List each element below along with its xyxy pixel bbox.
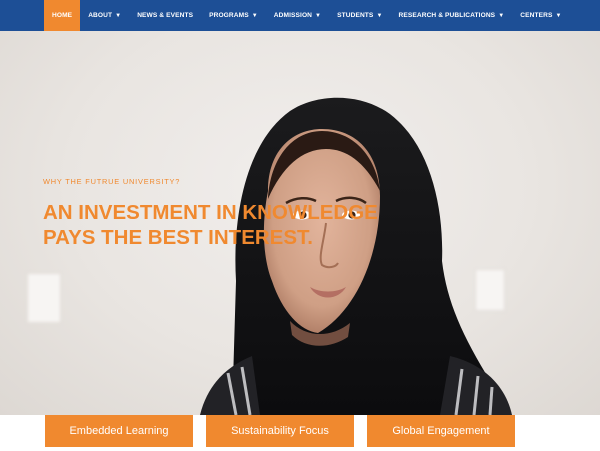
nav-item-students[interactable]: STUDENTS ▼ — [329, 0, 390, 31]
hero-headline: AN INVESTMENT IN KNOWLEDGE PAYS THE BEST… — [43, 200, 378, 250]
main-navbar: HOME ABOUT ▼ NEWS & EVENTS PROGRAMS ▼ ADMI… — [0, 0, 600, 31]
caret-down-icon: ▼ — [315, 12, 322, 19]
nav-label-students: STUDENTS — [337, 12, 374, 19]
nav-label-news-events: NEWS & EVENTS — [137, 12, 194, 19]
hero-kicker: WHY THE FUTRUE UNIVERSITY? — [43, 177, 181, 186]
embedded-learning-button[interactable]: Embedded Learning — [45, 415, 193, 447]
nav-item-about[interactable]: ABOUT ▼ — [80, 0, 129, 31]
nav-item-news-events[interactable]: NEWS & EVENTS — [129, 0, 201, 31]
nav-item-centers[interactable]: CENTERS ▼ — [512, 0, 569, 31]
feature-buttons: Embedded Learning Sustainability Focus G… — [45, 415, 528, 447]
caret-down-icon: ▼ — [115, 12, 122, 19]
nav-item-admission[interactable]: ADMISSION ▼ — [266, 0, 329, 31]
nav-label-centers: CENTERS — [520, 12, 553, 19]
global-engagement-button[interactable]: Global Engagement — [367, 415, 515, 447]
hero-headline-line-1: AN INVESTMENT IN KNOWLEDGE — [43, 201, 378, 224]
nav-item-home[interactable]: HOME — [44, 0, 81, 31]
nav-label-programs: PROGRAMS — [209, 12, 249, 19]
nav-item-research-publications[interactable]: RESEARCH & PUBLICATIONS ▼ — [390, 0, 512, 31]
caret-down-icon: ▼ — [376, 12, 383, 19]
nav-label-admission: ADMISSION — [273, 12, 313, 19]
caret-down-icon: ▼ — [555, 12, 562, 19]
nav-item-programs[interactable]: PROGRAMS ▼ — [201, 0, 266, 31]
caret-down-icon: ▼ — [251, 12, 258, 19]
caret-down-icon: ▼ — [498, 12, 505, 19]
nav-label-about: ABOUT — [88, 12, 113, 19]
hero-text-block: WHY THE FUTRUE UNIVERSITY? AN INVESTMENT… — [43, 177, 378, 250]
nav-label-home: HOME — [52, 12, 73, 19]
nav-label-research-publications: RESEARCH & PUBLICATIONS — [398, 12, 496, 19]
sustainability-focus-button[interactable]: Sustainability Focus — [206, 415, 354, 447]
hero-headline-line-2: PAYS THE BEST INTEREST. — [43, 226, 313, 249]
hero-slider: WHY THE FUTRUE UNIVERSITY? AN INVESTMENT… — [0, 31, 600, 415]
